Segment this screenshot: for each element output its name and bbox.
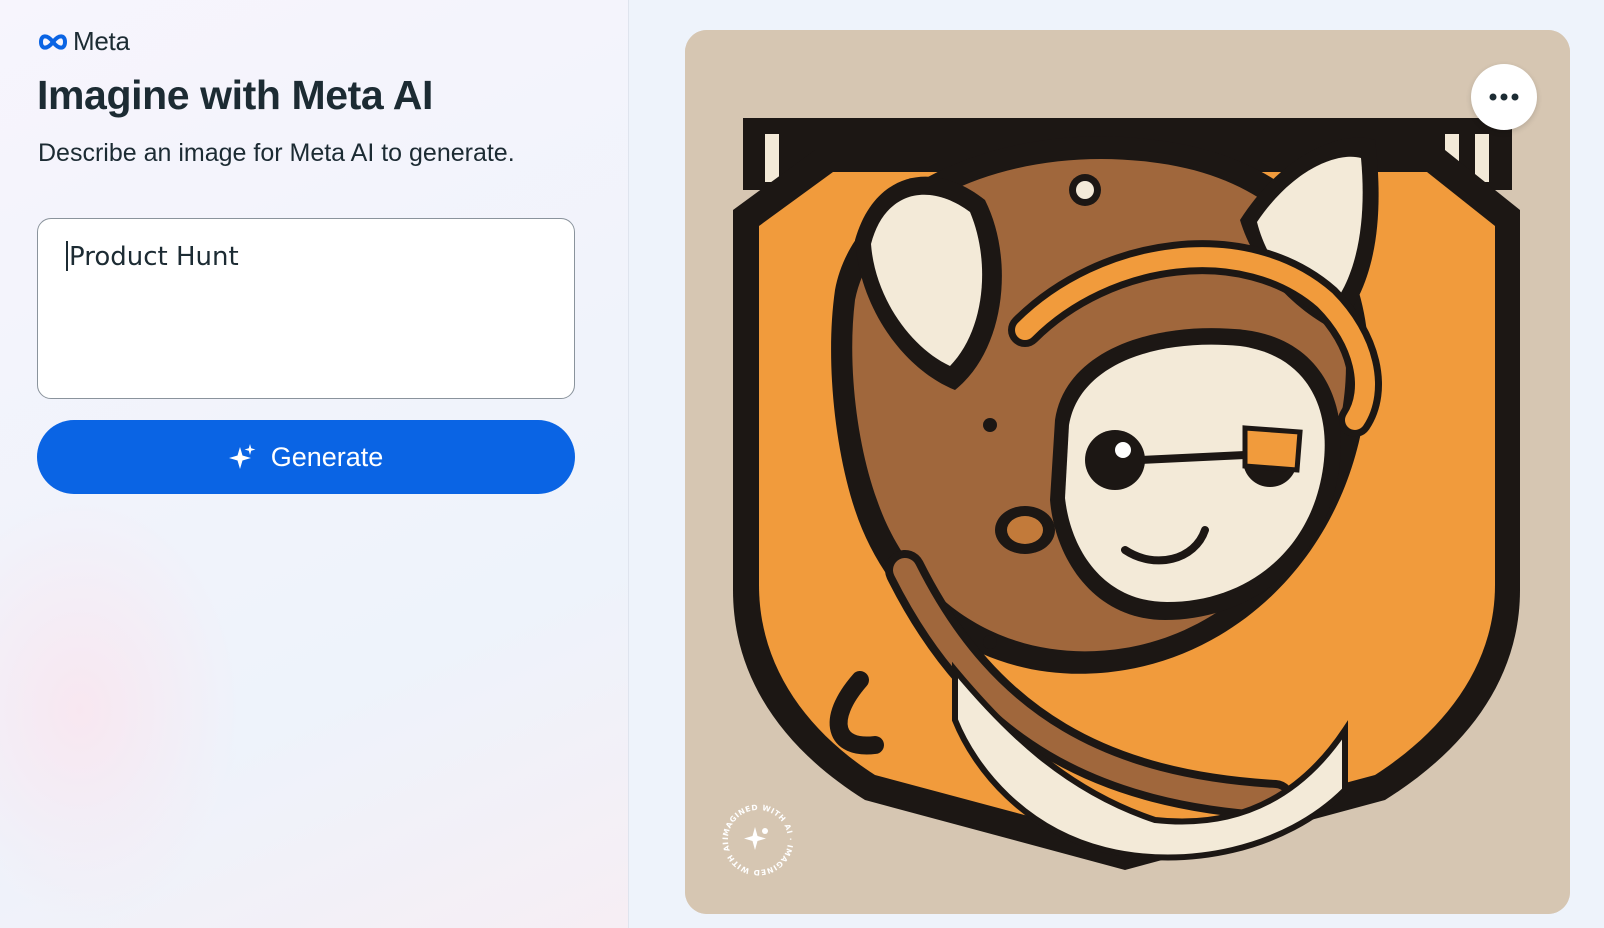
generate-button[interactable]: Generate [37,420,575,494]
more-options-button[interactable] [1471,64,1537,130]
generate-button-label: Generate [270,441,384,472]
page-subtitle: Describe an image for Meta AI to generat… [38,139,515,167]
prompt-panel: Meta Imagine with Meta AI Describe an im… [0,0,629,928]
imagine-app: Meta Imagine with Meta AI Describe an im… [0,0,1604,928]
cat-aviator-illustration [685,30,1570,914]
meta-infinity-logo-icon [39,33,67,50]
ai-watermark-badge: IMAGINED WITH AI · IMAGINED WITH AI · [717,794,794,877]
brand-name: Meta [73,26,130,56]
text-caret [66,241,68,271]
prompt-value: Product Hunt [69,242,239,272]
imagined-with-ai-watermark: IMAGINED WITH AI · IMAGINED WITH AI · [717,794,797,884]
result-panel: IMAGINED WITH AI · IMAGINED WITH AI · [629,0,1604,928]
more-horizontal-icon [1489,93,1519,101]
prompt-input[interactable]: Product Hunt [37,218,575,399]
sparkle-icon [228,444,256,469]
meta-logo[interactable]: Meta [37,26,130,57]
generated-image[interactable]: IMAGINED WITH AI · IMAGINED WITH AI · [685,30,1570,914]
page-title: Imagine with Meta AI [37,72,433,118]
